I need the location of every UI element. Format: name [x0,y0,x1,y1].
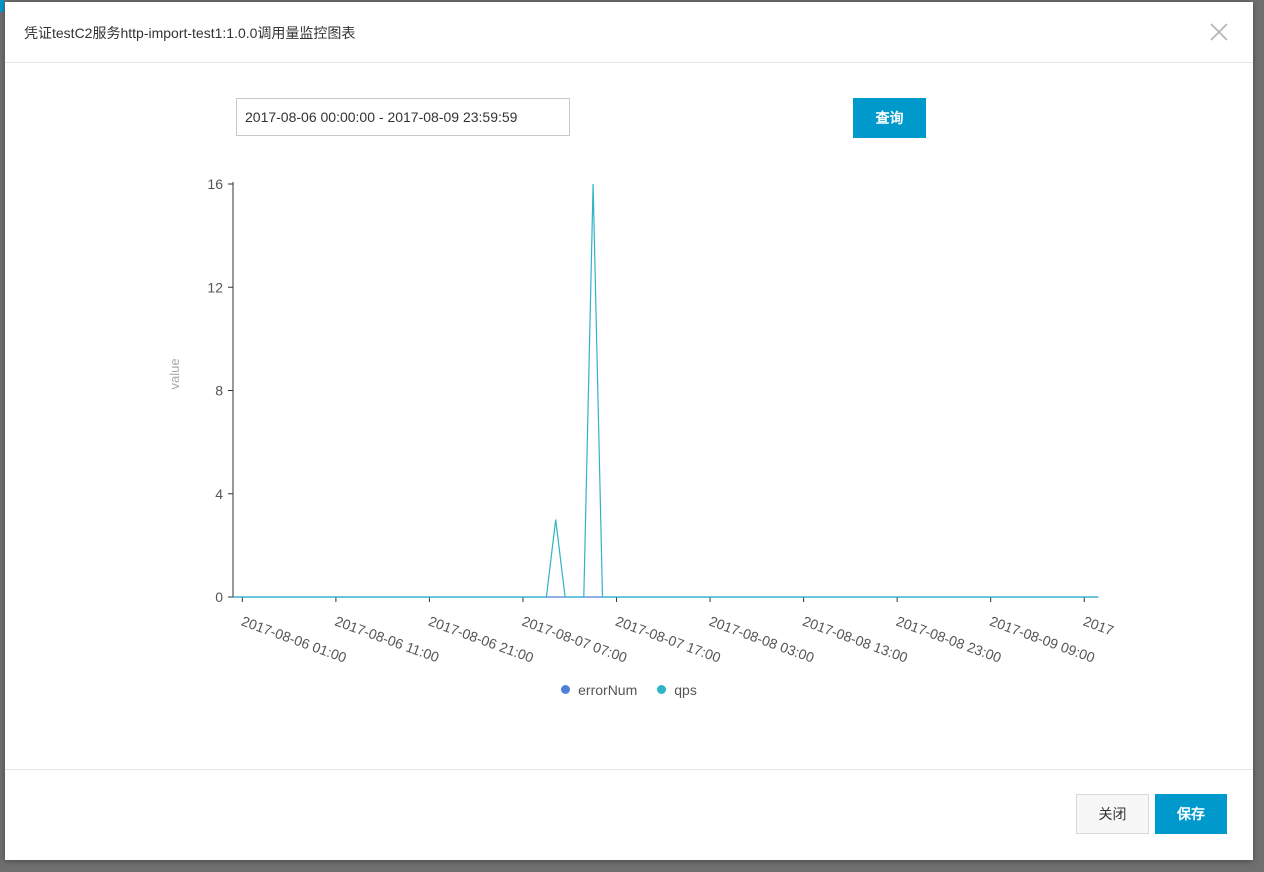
x-tick-label: 2017-08-06 01:00 [239,613,349,666]
date-range-input[interactable] [236,98,570,136]
x-tick-label: 2017-08-08 13:00 [801,613,911,666]
x-tick-label: 2017-08-06 11:00 [333,613,442,666]
chart-legend: errorNum qps [5,682,1253,704]
x-tick-label: 2017-08-07 17:00 [613,613,723,666]
legend-label: errorNum [578,682,638,698]
query-toolbar: 查询 [5,62,1253,142]
legend-item-errorNum[interactable]: errorNum [561,682,637,698]
x-tick-label: 2017 [1081,613,1116,639]
y-tick-label: 16 [207,176,223,192]
series-line-qps [233,183,1099,598]
y-tick-label: 12 [207,279,223,295]
x-tick-label: 2017-08-07 07:00 [520,613,630,666]
monitor-dialog: 凭证testC2服务http-import-test1:1.0.0调用量监控图表… [5,2,1253,860]
legend-dot-icon [561,685,571,694]
y-tick-label: 4 [215,486,223,502]
x-tick-label: 2017-08-06 21:00 [426,613,536,666]
dialog-header: 凭证testC2服务http-import-test1:1.0.0调用量监控图表 [5,2,1253,63]
x-tick-label: 2017-08-08 23:00 [894,613,1004,666]
dialog-title: 凭证testC2服务http-import-test1:1.0.0调用量监控图表 [24,25,356,41]
dialog-footer: 关闭 保存 [5,769,1253,860]
y-axis-label: value [167,358,182,389]
x-tick-label: 2017-08-09 09:00 [988,613,1098,666]
left-accent-bar [0,0,4,12]
legend-label: qps [674,682,697,698]
legend-dot-icon [657,685,667,694]
y-tick-label: 8 [215,383,223,399]
line-chart: 0 4 8 12 16 value 2017-08-06 01:002017-08-06 1… [167,176,1116,666]
monitor-chart: 0 4 8 12 16 value 2017-08-06 01:00 2017-08-06 1… [5,142,1253,762]
y-tick-label: 0 [215,589,223,605]
legend-item-qps[interactable]: qps [657,682,697,698]
x-tick-label: 2017-08-08 03:00 [707,613,817,666]
close-icon[interactable] [1207,20,1231,44]
save-button[interactable]: 保存 [1155,794,1227,834]
close-button[interactable]: 关闭 [1076,794,1149,834]
query-button[interactable]: 查询 [853,98,926,138]
